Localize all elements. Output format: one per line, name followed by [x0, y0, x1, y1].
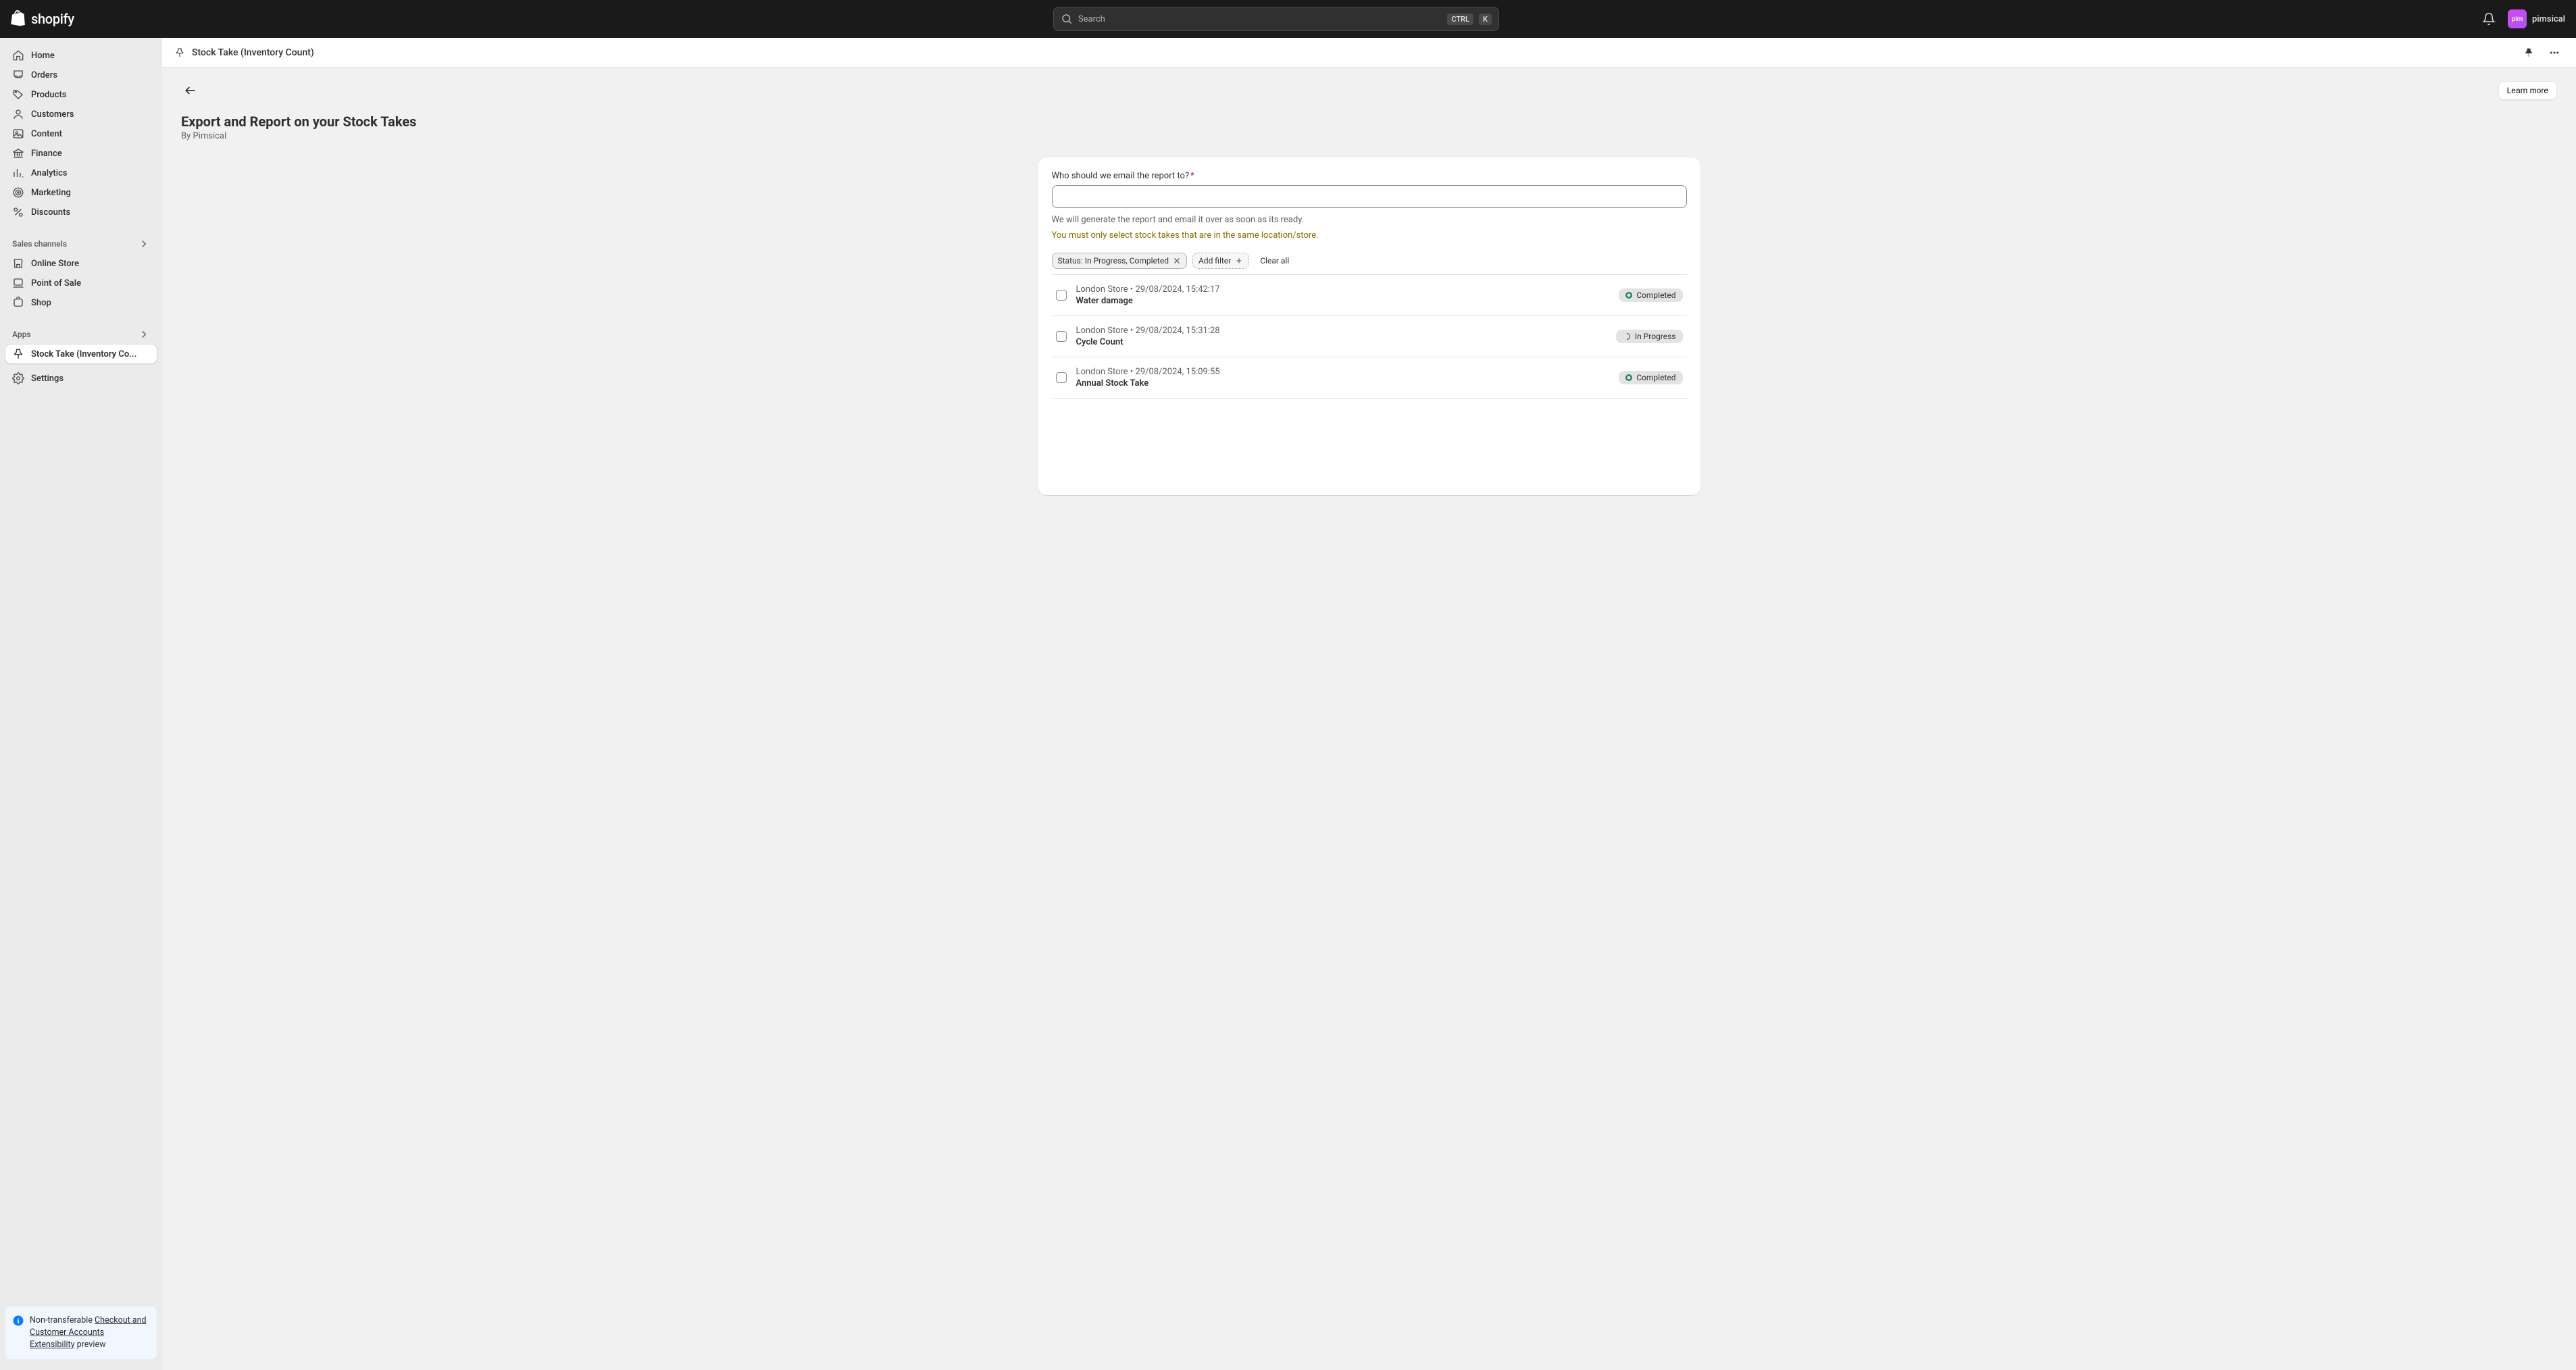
- info-icon: i: [12, 1315, 24, 1327]
- inbox-icon: [12, 69, 24, 81]
- pos-icon: [12, 277, 24, 289]
- pin-filled-icon: [2523, 47, 2534, 58]
- filters-row: Status: In Progress, Completed Add filte…: [1052, 253, 1687, 269]
- nav-orders[interactable]: Orders: [5, 66, 157, 84]
- app-header: Stock Take (Inventory Count): [162, 38, 2576, 68]
- nav-settings[interactable]: Settings: [5, 369, 157, 388]
- section-sales-channels[interactable]: Sales channels: [5, 234, 157, 254]
- close-icon[interactable]: [1173, 257, 1181, 265]
- store-name: pimsical: [2532, 14, 2565, 24]
- item-title: Water damage: [1076, 296, 1610, 306]
- bank-icon: [12, 147, 24, 159]
- item-meta: London Store • 29/08/2024, 15:09:55: [1076, 367, 1610, 377]
- status-badge-completed: Completed: [1619, 288, 1682, 302]
- app-title: Stock Take (Inventory Count): [192, 47, 314, 58]
- item-meta: London Store • 29/08/2024, 15:42:17: [1076, 284, 1610, 295]
- image-icon: [12, 128, 24, 140]
- helper-text: We will generate the report and email it…: [1052, 215, 1687, 225]
- status-badge-in-progress: In Progress: [1616, 330, 1683, 343]
- nav-home[interactable]: Home: [5, 46, 157, 65]
- section-apps[interactable]: Apps: [5, 324, 157, 345]
- avatar: pim: [2508, 9, 2527, 28]
- filter-status-tag[interactable]: Status: In Progress, Completed: [1052, 253, 1187, 269]
- nav-finance[interactable]: Finance: [5, 144, 157, 163]
- nav-products[interactable]: Products: [5, 85, 157, 104]
- account-menu[interactable]: pim pimsical: [2508, 9, 2565, 28]
- store-icon: [12, 257, 24, 270]
- checkbox[interactable]: [1056, 290, 1067, 301]
- pin-icon: [174, 47, 185, 58]
- info-alert: i Non-transferable Checkout and Customer…: [5, 1306, 157, 1359]
- nav-customers[interactable]: Customers: [5, 105, 157, 124]
- shop-icon: [12, 297, 24, 309]
- kbd-k: K: [1479, 14, 1492, 25]
- checkbox[interactable]: [1056, 372, 1067, 383]
- clear-all-button[interactable]: Clear all: [1260, 256, 1289, 265]
- shopify-bag-icon: [11, 10, 27, 28]
- brand-name: shopify: [31, 11, 74, 27]
- nav-content[interactable]: Content: [5, 124, 157, 143]
- checkbox[interactable]: [1056, 331, 1067, 342]
- stock-take-list: London Store • 29/08/2024, 15:42:17 Wate…: [1052, 274, 1687, 399]
- nav-online-store[interactable]: Online Store: [5, 254, 157, 273]
- sidebar: Home Orders Products Customers Content F…: [0, 38, 162, 1370]
- report-card: Who should we email the report to?* We w…: [1038, 157, 1700, 495]
- chart-icon: [12, 167, 24, 179]
- notifications-button[interactable]: [2478, 8, 2500, 30]
- target-icon: [12, 186, 24, 199]
- status-dot-icon: [1625, 374, 1632, 381]
- chevron-right-icon: [138, 328, 150, 340]
- item-meta: London Store • 29/08/2024, 15:31:28: [1076, 326, 1607, 336]
- person-icon: [12, 108, 24, 120]
- search-bar[interactable]: Search CTRL K: [1053, 7, 1499, 31]
- svg-text:i: i: [18, 1316, 20, 1325]
- learn-more-button[interactable]: Learn more: [2498, 81, 2557, 100]
- warning-text: You must only select stock takes that ar…: [1052, 230, 1687, 240]
- search-icon: [1061, 13, 1073, 25]
- main: Stock Take (Inventory Count) Learn more …: [162, 38, 2576, 1370]
- email-input[interactable]: [1052, 185, 1687, 208]
- bell-icon: [2482, 12, 2496, 26]
- kbd-ctrl: CTRL: [1447, 14, 1473, 25]
- list-item[interactable]: London Store • 29/08/2024, 15:09:55 Annu…: [1052, 357, 1687, 399]
- list-item[interactable]: London Store • 29/08/2024, 15:31:28 Cycl…: [1052, 316, 1687, 357]
- alert-text: Non-transferable Checkout and Customer A…: [30, 1315, 147, 1350]
- nav-analytics[interactable]: Analytics: [5, 163, 157, 182]
- list-item[interactable]: London Store • 29/08/2024, 15:42:17 Wate…: [1052, 275, 1687, 316]
- percent-icon: [12, 206, 24, 218]
- gear-icon: [12, 372, 24, 384]
- add-filter-button[interactable]: Add filter: [1192, 253, 1249, 269]
- pin-icon: [12, 348, 24, 360]
- more-actions-button[interactable]: [2545, 43, 2564, 62]
- chevron-right-icon: [138, 238, 150, 250]
- plus-icon: [1235, 257, 1243, 265]
- email-field-label: Who should we email the report to?*: [1052, 171, 1687, 181]
- status-badge-completed: Completed: [1619, 371, 1682, 384]
- dots-horizontal-icon: [2549, 47, 2560, 58]
- nav-point-of-sale[interactable]: Point of Sale: [5, 274, 157, 293]
- shopify-logo[interactable]: shopify: [11, 10, 74, 28]
- nav-discounts[interactable]: Discounts: [5, 203, 157, 222]
- page-title: Export and Report on your Stock Takes: [181, 113, 2557, 130]
- tag-icon: [12, 88, 24, 101]
- pin-app-button[interactable]: [2519, 43, 2538, 62]
- top-bar: shopify Search CTRL K pim pimsical: [0, 0, 2576, 38]
- item-title: Cycle Count: [1076, 337, 1607, 347]
- home-icon: [12, 49, 24, 61]
- item-title: Annual Stock Take: [1076, 378, 1610, 388]
- nav-app-stock-take[interactable]: Stock Take (Inventory Co...: [5, 345, 157, 363]
- back-button[interactable]: [181, 81, 200, 100]
- partial-circle-icon: [1623, 332, 1631, 340]
- page-subtitle: By Pimsical: [181, 131, 2557, 141]
- arrow-left-icon: [184, 84, 197, 97]
- status-dot-icon: [1625, 292, 1632, 299]
- nav-marketing[interactable]: Marketing: [5, 183, 157, 202]
- nav-shop[interactable]: Shop: [5, 293, 157, 312]
- search-placeholder: Search: [1078, 14, 1442, 24]
